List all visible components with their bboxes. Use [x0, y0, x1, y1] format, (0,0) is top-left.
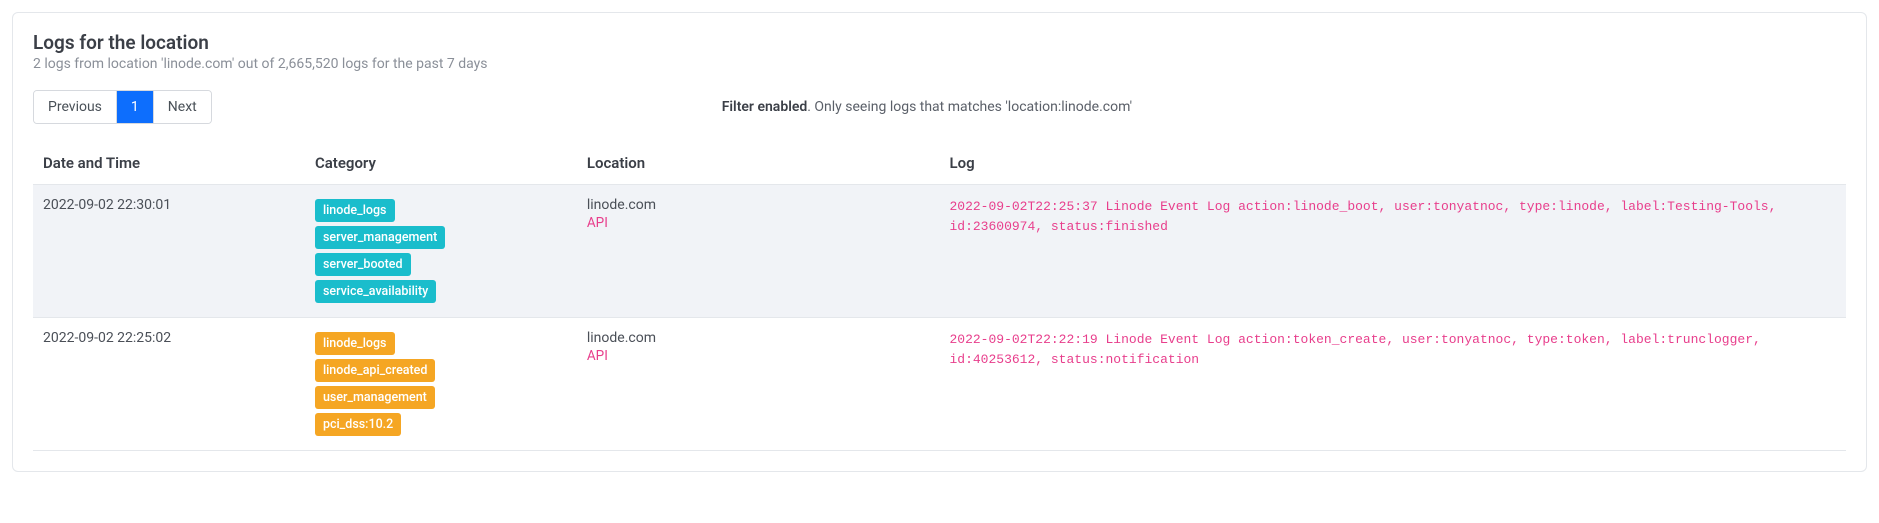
location-sub: API: [587, 215, 930, 231]
category-badge[interactable]: linode_api_created: [315, 359, 435, 382]
th-log: Log: [939, 142, 1846, 185]
location-main: linode.com: [587, 197, 930, 213]
cell-location: linode.com API: [577, 185, 940, 318]
controls-row: Previous 1 Next Filter enabled. Only see…: [33, 90, 1846, 124]
page-title: Logs for the location: [33, 31, 1846, 54]
filter-text: . Only seeing logs that matches 'locatio…: [807, 99, 1132, 115]
cell-log: 2022-09-02T22:22:19 Linode Event Log act…: [939, 318, 1846, 451]
page-1-button[interactable]: 1: [117, 91, 154, 123]
cell-category: linode_logs linode_api_created user_manage…: [305, 318, 577, 451]
log-text: 2022-09-02T22:22:19 Linode Event Log act…: [949, 330, 1836, 370]
filter-enabled-label: Filter enabled: [722, 99, 808, 115]
cell-date: 2022-09-02 22:25:02: [33, 318, 305, 451]
prev-button[interactable]: Previous: [34, 91, 117, 123]
cell-location: linode.com API: [577, 318, 940, 451]
page-subtitle: 2 logs from location 'linode.com' out of…: [33, 56, 1846, 72]
location-sub: API: [587, 348, 930, 364]
th-category: Category: [305, 142, 577, 185]
filter-note: Filter enabled. Only seeing logs that ma…: [212, 99, 1846, 115]
category-badge[interactable]: pci_dss:10.2: [315, 413, 401, 436]
category-badge[interactable]: user_management: [315, 386, 435, 409]
th-location: Location: [577, 142, 940, 185]
logs-card: Logs for the location 2 logs from locati…: [12, 12, 1867, 472]
log-text: 2022-09-02T22:25:37 Linode Event Log act…: [949, 197, 1836, 237]
category-badge[interactable]: service_availability: [315, 280, 436, 303]
th-date: Date and Time: [33, 142, 305, 185]
category-badge[interactable]: server_booted: [315, 253, 411, 276]
category-badge[interactable]: linode_logs: [315, 199, 395, 222]
table-row[interactable]: 2022-09-02 22:30:01 linode_logs server_man…: [33, 185, 1846, 318]
table-row[interactable]: 2022-09-02 22:25:02 linode_logs linode_api…: [33, 318, 1846, 451]
cell-date: 2022-09-02 22:30:01: [33, 185, 305, 318]
category-badge[interactable]: linode_logs: [315, 332, 395, 355]
logs-table: Date and Time Category Location Log 2022…: [33, 142, 1846, 451]
cell-log: 2022-09-02T22:25:37 Linode Event Log act…: [939, 185, 1846, 318]
location-main: linode.com: [587, 330, 930, 346]
category-badge[interactable]: server_management: [315, 226, 445, 249]
cell-category: linode_logs server_management server_boote…: [305, 185, 577, 318]
next-button[interactable]: Next: [154, 91, 211, 123]
pagination: Previous 1 Next: [33, 90, 212, 124]
